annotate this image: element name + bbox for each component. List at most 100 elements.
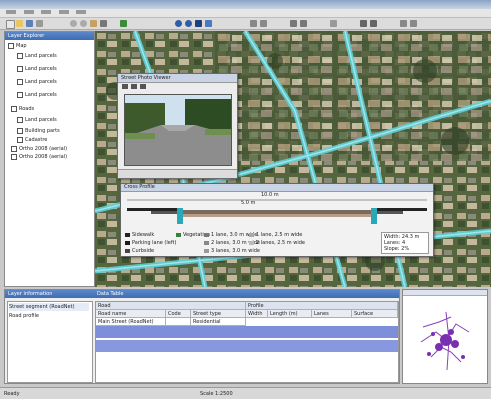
- legend-swatch: [249, 232, 254, 237]
- tool-icon-5[interactable]: [330, 20, 337, 27]
- column-header[interactable]: Lanes: [312, 310, 352, 318]
- checkbox[interactable]: [17, 65, 23, 72]
- tab-data-table[interactable]: Data Table: [97, 290, 123, 298]
- column-header[interactable]: Length (m): [268, 310, 312, 318]
- tool-icon-6[interactable]: [360, 20, 367, 27]
- next-icon[interactable]: [131, 84, 137, 89]
- globe-icon-2[interactable]: [185, 20, 192, 27]
- tree-item-raster[interactable]: Ortho 2008 (aerial): [11, 153, 67, 161]
- table-row-selected[interactable]: [96, 326, 398, 338]
- photo-viewer-statusbar: [118, 169, 237, 178]
- profile-info-box: Width: 24.3 m Lanes: 4 Slope: 2%: [381, 232, 429, 254]
- tree-item-layer[interactable]: Land parcels: [17, 78, 57, 86]
- tree-label: Ortho 2008 (aerial): [19, 154, 68, 160]
- tree-item-map[interactable]: Map: [8, 42, 27, 50]
- measure-icon[interactable]: [120, 20, 127, 27]
- legend-item: Sidewalk: [125, 232, 154, 238]
- tool-icon-1[interactable]: [250, 20, 257, 27]
- tree-item-layer[interactable]: Land parcels: [17, 65, 57, 73]
- checkbox[interactable]: [8, 42, 14, 49]
- menu-item-1[interactable]: [6, 10, 16, 14]
- selection-row[interactable]: Street segment (RoadNet): [9, 303, 89, 311]
- main-toolbar: [0, 18, 491, 30]
- zoom-out-icon[interactable]: [80, 20, 87, 27]
- select-icon[interactable]: [100, 20, 107, 27]
- tree-label: Land parcels: [25, 92, 57, 98]
- tree-label: Land parcels: [25, 66, 57, 72]
- tree-item-group[interactable]: Roads: [11, 105, 34, 113]
- menu-bar: [0, 9, 491, 18]
- tree-label: Roads: [19, 106, 35, 112]
- zoom-in-icon[interactable]: [70, 20, 77, 27]
- tree-label: Map: [16, 43, 27, 49]
- zoom-icon[interactable]: [140, 84, 146, 89]
- selection-row[interactable]: Road profile: [9, 312, 89, 320]
- legend-swatch: [125, 232, 130, 237]
- minimap-header: [403, 290, 487, 296]
- menu-item-2[interactable]: [23, 10, 34, 14]
- tool-icon-2[interactable]: [260, 20, 267, 27]
- column-header[interactable]: Street type: [191, 310, 246, 318]
- column-header[interactable]: Road name: [96, 310, 166, 318]
- globe-icon[interactable]: [175, 20, 182, 27]
- tree-label: Land parcels: [25, 53, 57, 59]
- column-header[interactable]: Width: [246, 310, 268, 318]
- overview-minimap[interactable]: [402, 289, 488, 384]
- checkbox[interactable]: [17, 127, 23, 134]
- tool-icon-8[interactable]: [400, 20, 407, 27]
- save-icon[interactable]: [26, 20, 33, 27]
- tree-label: Land parcels: [25, 79, 57, 85]
- checkbox[interactable]: [17, 78, 23, 85]
- column-header[interactable]: Surface: [352, 310, 398, 318]
- menu-item-3[interactable]: [41, 10, 52, 14]
- prev-icon[interactable]: [122, 84, 128, 89]
- tree-item-layer[interactable]: Land parcels: [17, 52, 57, 60]
- table-row-selected[interactable]: [96, 340, 398, 352]
- legend-swatch: [204, 248, 209, 253]
- tree-item-layer[interactable]: Cadastre: [17, 136, 47, 144]
- new-icon[interactable]: [6, 20, 15, 29]
- table-row[interactable]: Main Street (RoadNet) Residential: [96, 318, 398, 326]
- street-photo: [124, 94, 232, 166]
- checkbox[interactable]: [11, 105, 17, 112]
- tree-item-layer[interactable]: Land parcels: [17, 91, 57, 99]
- table-cell: Main Street (RoadNet): [96, 318, 166, 326]
- tree-item-layer[interactable]: Land parcels: [17, 116, 57, 124]
- layer-explorer-panel: Layer Explorer Map Land parcels Land par…: [4, 31, 95, 287]
- print-icon[interactable]: [36, 20, 43, 27]
- tool-icon-9[interactable]: [410, 20, 417, 27]
- legend-item: 2 lanes, 2.5 m wide: [249, 240, 305, 246]
- tool-icon-7[interactable]: [370, 20, 377, 27]
- legend-item: Parking lane (left): [125, 240, 176, 246]
- tree-item-raster[interactable]: Ortho 2008 (aerial): [11, 145, 67, 153]
- data-table: Road Profile Road name Code Street type …: [95, 301, 399, 383]
- legend-label: 1 lane, 2.5 m wide: [256, 232, 303, 238]
- checkbox[interactable]: [17, 136, 23, 143]
- checkbox[interactable]: [11, 153, 17, 160]
- open-icon[interactable]: [16, 20, 23, 27]
- status-text: Ready: [4, 391, 20, 397]
- refresh-icon[interactable]: [205, 20, 212, 27]
- tool-icon-4[interactable]: [300, 20, 307, 27]
- checkbox[interactable]: [17, 52, 23, 59]
- tree-item-layer[interactable]: Building parts: [17, 127, 60, 135]
- checkbox[interactable]: [17, 116, 23, 123]
- menu-item-4[interactable]: [58, 10, 69, 14]
- checkbox[interactable]: [11, 145, 17, 152]
- menu-item-5[interactable]: [76, 10, 87, 14]
- tab-layer-information[interactable]: Layer information: [8, 290, 52, 298]
- tree-label: Building parts: [25, 128, 60, 134]
- bottom-panel-header: [5, 290, 399, 298]
- legend-swatch: [204, 240, 209, 245]
- cross-profile-window[interactable]: Cross Profile 10.0 m 5.0 m Sidewalk Park…: [120, 183, 434, 257]
- photo-viewer-window[interactable]: Street Photo Viewer: [117, 73, 238, 179]
- bottom-panel: Layer information Data Table Street segm…: [4, 289, 400, 384]
- column-header[interactable]: Code: [166, 310, 191, 318]
- legend-item: 3 lanes, 3.0 m wide: [204, 248, 260, 254]
- checkbox[interactable]: [17, 91, 23, 98]
- info-line: Slope: 2%: [384, 246, 410, 252]
- tool-icon-3[interactable]: [290, 20, 297, 27]
- legend-label: Curbside: [132, 248, 155, 254]
- pan-icon[interactable]: [90, 20, 97, 27]
- layer-icon[interactable]: [195, 20, 202, 27]
